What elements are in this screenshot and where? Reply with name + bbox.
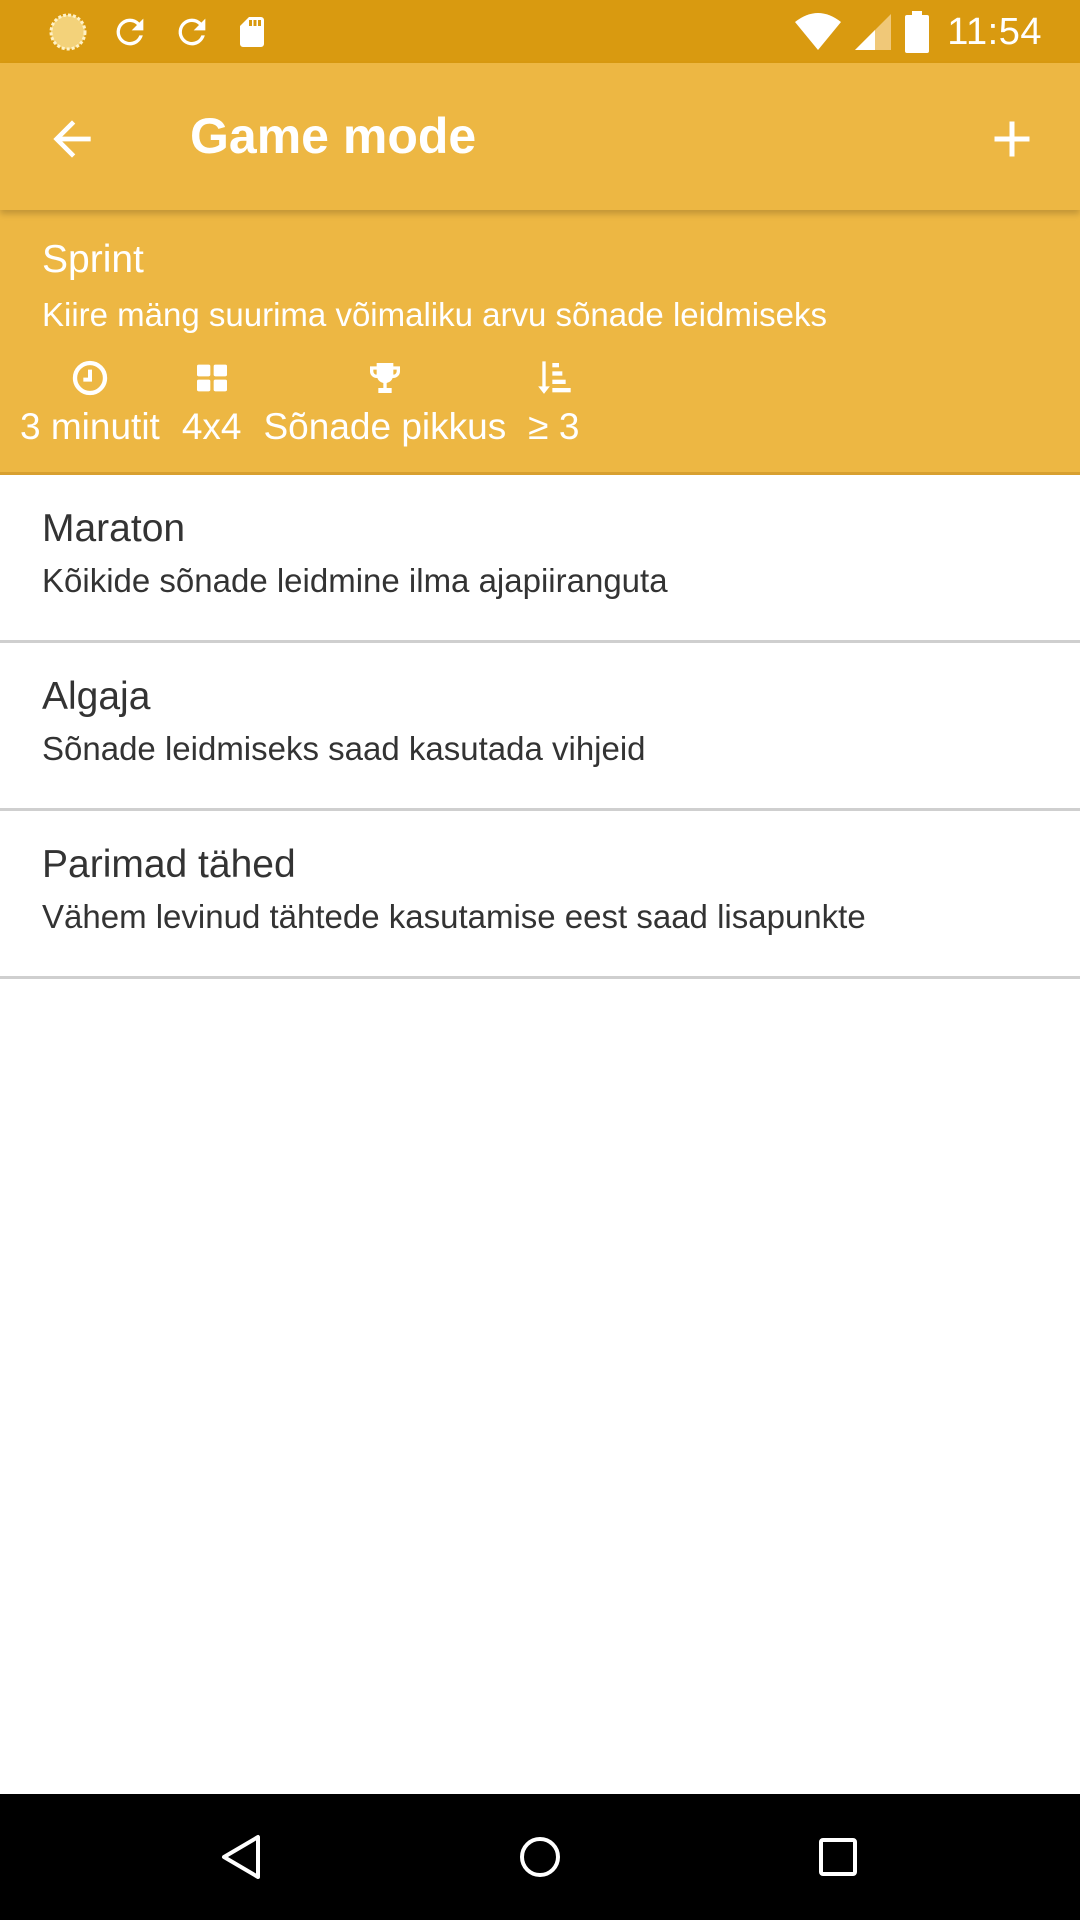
arrow-back-icon[interactable] xyxy=(44,111,100,167)
mode-name: Parimad tähed xyxy=(42,843,296,886)
back-nav-icon[interactable] xyxy=(212,1827,272,1887)
signal-icon xyxy=(855,14,892,50)
detail-grid-label: 4x4 xyxy=(181,406,242,447)
detail-time: 3 minutit xyxy=(20,358,160,448)
mode-item-maraton[interactable]: Maraton Kõikide sõnade leidmine ilma aja… xyxy=(0,475,1080,643)
mode-details: 3 minutit 4x4 Sõnade pikkus ≥ 3 xyxy=(20,358,579,448)
clock-time: 11:54 xyxy=(947,10,1042,53)
mode-item-algaja[interactable]: Algaja Sõnade leidmiseks saad kasutada v… xyxy=(0,643,1080,811)
mode-item-parimad-tahed[interactable]: Parimad tähed Vähem levinud tähtede kasu… xyxy=(0,811,1080,979)
grid-icon xyxy=(196,364,227,392)
mode-item-sprint[interactable]: Sprint Kiire mäng suurima võimaliku arvu… xyxy=(0,210,1080,475)
clock-icon xyxy=(72,360,108,396)
app-bar: Game mode xyxy=(0,63,1080,210)
add-icon[interactable] xyxy=(982,109,1042,169)
detail-word-length: Sõnade pikkus xyxy=(263,358,507,448)
game-mode-list: Sprint Kiire mäng suurima võimaliku arvu… xyxy=(0,210,1080,979)
mode-description: Kõikide sõnade leidmine ilma ajapiirangu… xyxy=(42,562,668,599)
sd-card-icon xyxy=(240,17,264,47)
navigation-bar xyxy=(0,1794,1080,1920)
mode-name: Maraton xyxy=(42,507,186,550)
mode-description: Sõnade leidmiseks saad kasutada vihjeid xyxy=(42,730,646,767)
trophy-icon xyxy=(369,363,400,393)
detail-word-length-label: Sõnade pikkus xyxy=(263,406,507,447)
sync-icon xyxy=(178,18,206,46)
mode-name: Sprint xyxy=(42,238,144,281)
mode-description: Kiire mäng suurima võimaliku arvu sõnade… xyxy=(42,296,827,333)
page-title: Game mode xyxy=(190,108,477,164)
status-bar: 11:54 xyxy=(0,0,1080,63)
mode-name: Algaja xyxy=(42,675,151,718)
detail-min-length: ≥ 3 xyxy=(528,358,579,448)
home-nav-icon[interactable] xyxy=(510,1827,570,1887)
sync-icon xyxy=(116,18,144,46)
sun-icon xyxy=(49,13,87,51)
mode-description: Vähem levinud tähtede kasutamise eest sa… xyxy=(42,898,866,935)
battery-icon xyxy=(905,11,930,53)
detail-time-label: 3 minutit xyxy=(20,406,160,447)
recents-nav-icon[interactable] xyxy=(808,1827,868,1887)
wifi-icon xyxy=(795,13,842,50)
detail-min-length-label: ≥ 3 xyxy=(528,406,580,447)
detail-grid: 4x4 xyxy=(182,358,242,448)
sort-icon xyxy=(537,361,571,394)
